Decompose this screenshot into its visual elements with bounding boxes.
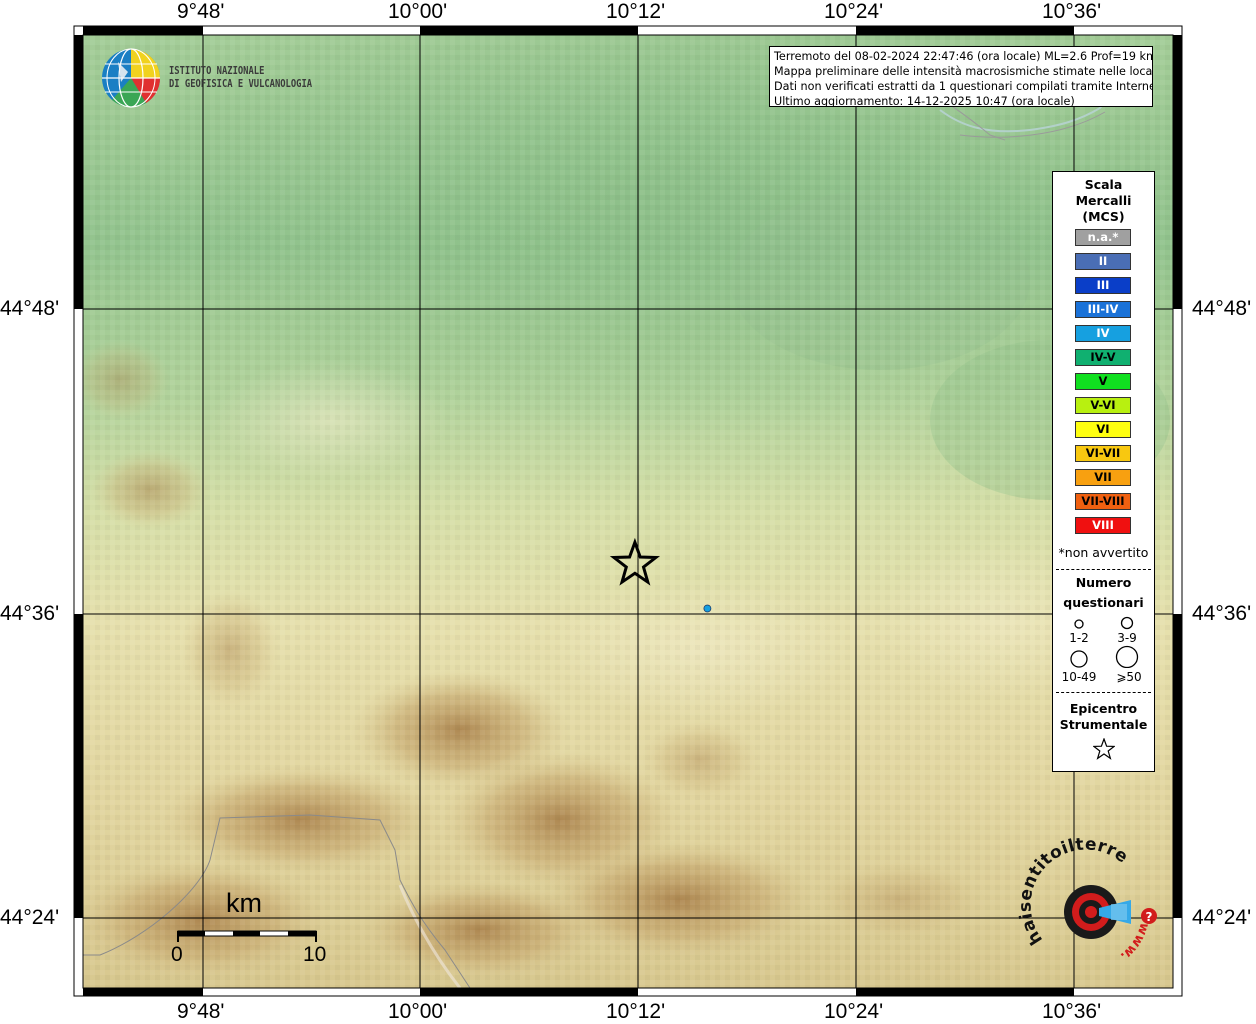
legend-swatch-ii: II bbox=[1075, 253, 1131, 270]
legend-swatch-viii: VIII bbox=[1075, 517, 1131, 534]
lon-label-top-1: 9°48' bbox=[177, 0, 225, 23]
scale-bar-end: 10 bbox=[303, 943, 327, 966]
ingv-logo-globe bbox=[102, 48, 161, 108]
legend-swatch-n-a: n.a.* bbox=[1075, 229, 1131, 246]
legend-swatch-iii-iv: III-IV bbox=[1075, 301, 1131, 318]
event-info-line-4: Ultimo aggiornamento: 14-12-2025 10:47 (… bbox=[774, 95, 1075, 107]
event-info-box: Terremoto del 08-02-2024 22:47:46 (ora l… bbox=[769, 46, 1153, 107]
legend-title-mcs: (MCS) bbox=[1082, 209, 1125, 224]
legend-title-scala: Scala bbox=[1084, 177, 1123, 192]
lon-label-bottom-3: 10°12' bbox=[606, 1000, 666, 1023]
legend-epi-title-2: Strumentale bbox=[1059, 717, 1148, 732]
legend-count-3-9: 3-9 bbox=[1117, 631, 1137, 645]
lon-label-top-2: 10°00' bbox=[388, 0, 448, 23]
lat-label-left-2: 44°36' bbox=[0, 602, 60, 625]
event-info-line-3: Dati non verificati estratti da 1 questi… bbox=[774, 80, 1153, 93]
intensity-report-marker[interactable] bbox=[703, 604, 712, 613]
legend-count-title-2: questionari bbox=[1063, 595, 1144, 610]
lat-label-left-3: 44°24' bbox=[0, 906, 60, 929]
scale-bar-start: 0 bbox=[171, 943, 183, 966]
lat-label-right-3: 44°24' bbox=[1192, 906, 1252, 929]
lon-label-bottom-2: 10°00' bbox=[388, 1000, 448, 1023]
ingv-line-1: ISTITUTO NAZIONALE bbox=[169, 64, 265, 77]
legend-swatch-v: V bbox=[1075, 373, 1131, 390]
legend-swatch-vii: VII bbox=[1075, 469, 1131, 486]
legend-count-50plus: ⩾50 bbox=[1116, 670, 1142, 684]
legend-swatch-vi-vii: VI-VII bbox=[1075, 445, 1131, 462]
ingv-logo-text: ISTITUTO NAZIONALE DI GEOFISICA E VULCAN… bbox=[169, 64, 312, 90]
legend-count-10-49: 10-49 bbox=[1061, 670, 1097, 684]
event-info-line-1: Terremoto del 08-02-2024 22:47:46 (ora l… bbox=[774, 50, 1153, 63]
legend-swatch-iv-v: IV-V bbox=[1075, 349, 1131, 366]
intensity-legend: Scala Mercalli (MCS) n.a.* II III III-IV IV I… bbox=[1052, 171, 1155, 772]
legend-swatch-vi: VI bbox=[1075, 421, 1131, 438]
event-info-line-2: Mappa preliminare delle intensità macros… bbox=[774, 65, 1153, 78]
lat-label-right-1: 44°48' bbox=[1192, 297, 1252, 320]
hsn-question-mark: ? bbox=[1146, 910, 1153, 924]
legend-swatch-vii-viii: VII-VIII bbox=[1075, 493, 1131, 510]
legend-count-title-1: Numero bbox=[1075, 575, 1132, 590]
lon-label-bottom-5: 10°36' bbox=[1042, 1000, 1102, 1023]
scale-bar-unit: km bbox=[226, 888, 262, 918]
lat-label-right-2: 44°36' bbox=[1192, 602, 1252, 625]
ingv-line-2: DI GEOFISICA E VULCANOLOGIA bbox=[169, 77, 313, 90]
legend-divider-2 bbox=[1056, 692, 1151, 693]
lon-label-bottom-1: 9°48' bbox=[177, 1000, 225, 1023]
lat-label-left-1: 44°48' bbox=[0, 297, 60, 320]
legend-swatch-iv: IV bbox=[1075, 325, 1131, 342]
epicenter-legend-star-icon bbox=[1093, 738, 1115, 760]
legend-note: *non avvertito bbox=[1058, 545, 1149, 560]
terrain-layer bbox=[83, 35, 1173, 988]
legend-divider bbox=[1056, 569, 1151, 570]
legend-count-1-2: 1-2 bbox=[1069, 631, 1089, 645]
legend-title-mercalli: Mercalli bbox=[1075, 193, 1132, 208]
lon-label-top-4: 10°24' bbox=[824, 0, 884, 23]
lon-label-top-5: 10°36' bbox=[1042, 0, 1102, 23]
lon-label-bottom-4: 10°24' bbox=[824, 1000, 884, 1023]
legend-epi-title-1: Epicentro bbox=[1069, 701, 1138, 716]
lon-label-top-3: 10°12' bbox=[606, 0, 666, 23]
legend-swatch-iii: III bbox=[1075, 277, 1131, 294]
legend-swatch-v-vi: V-VI bbox=[1075, 397, 1131, 414]
